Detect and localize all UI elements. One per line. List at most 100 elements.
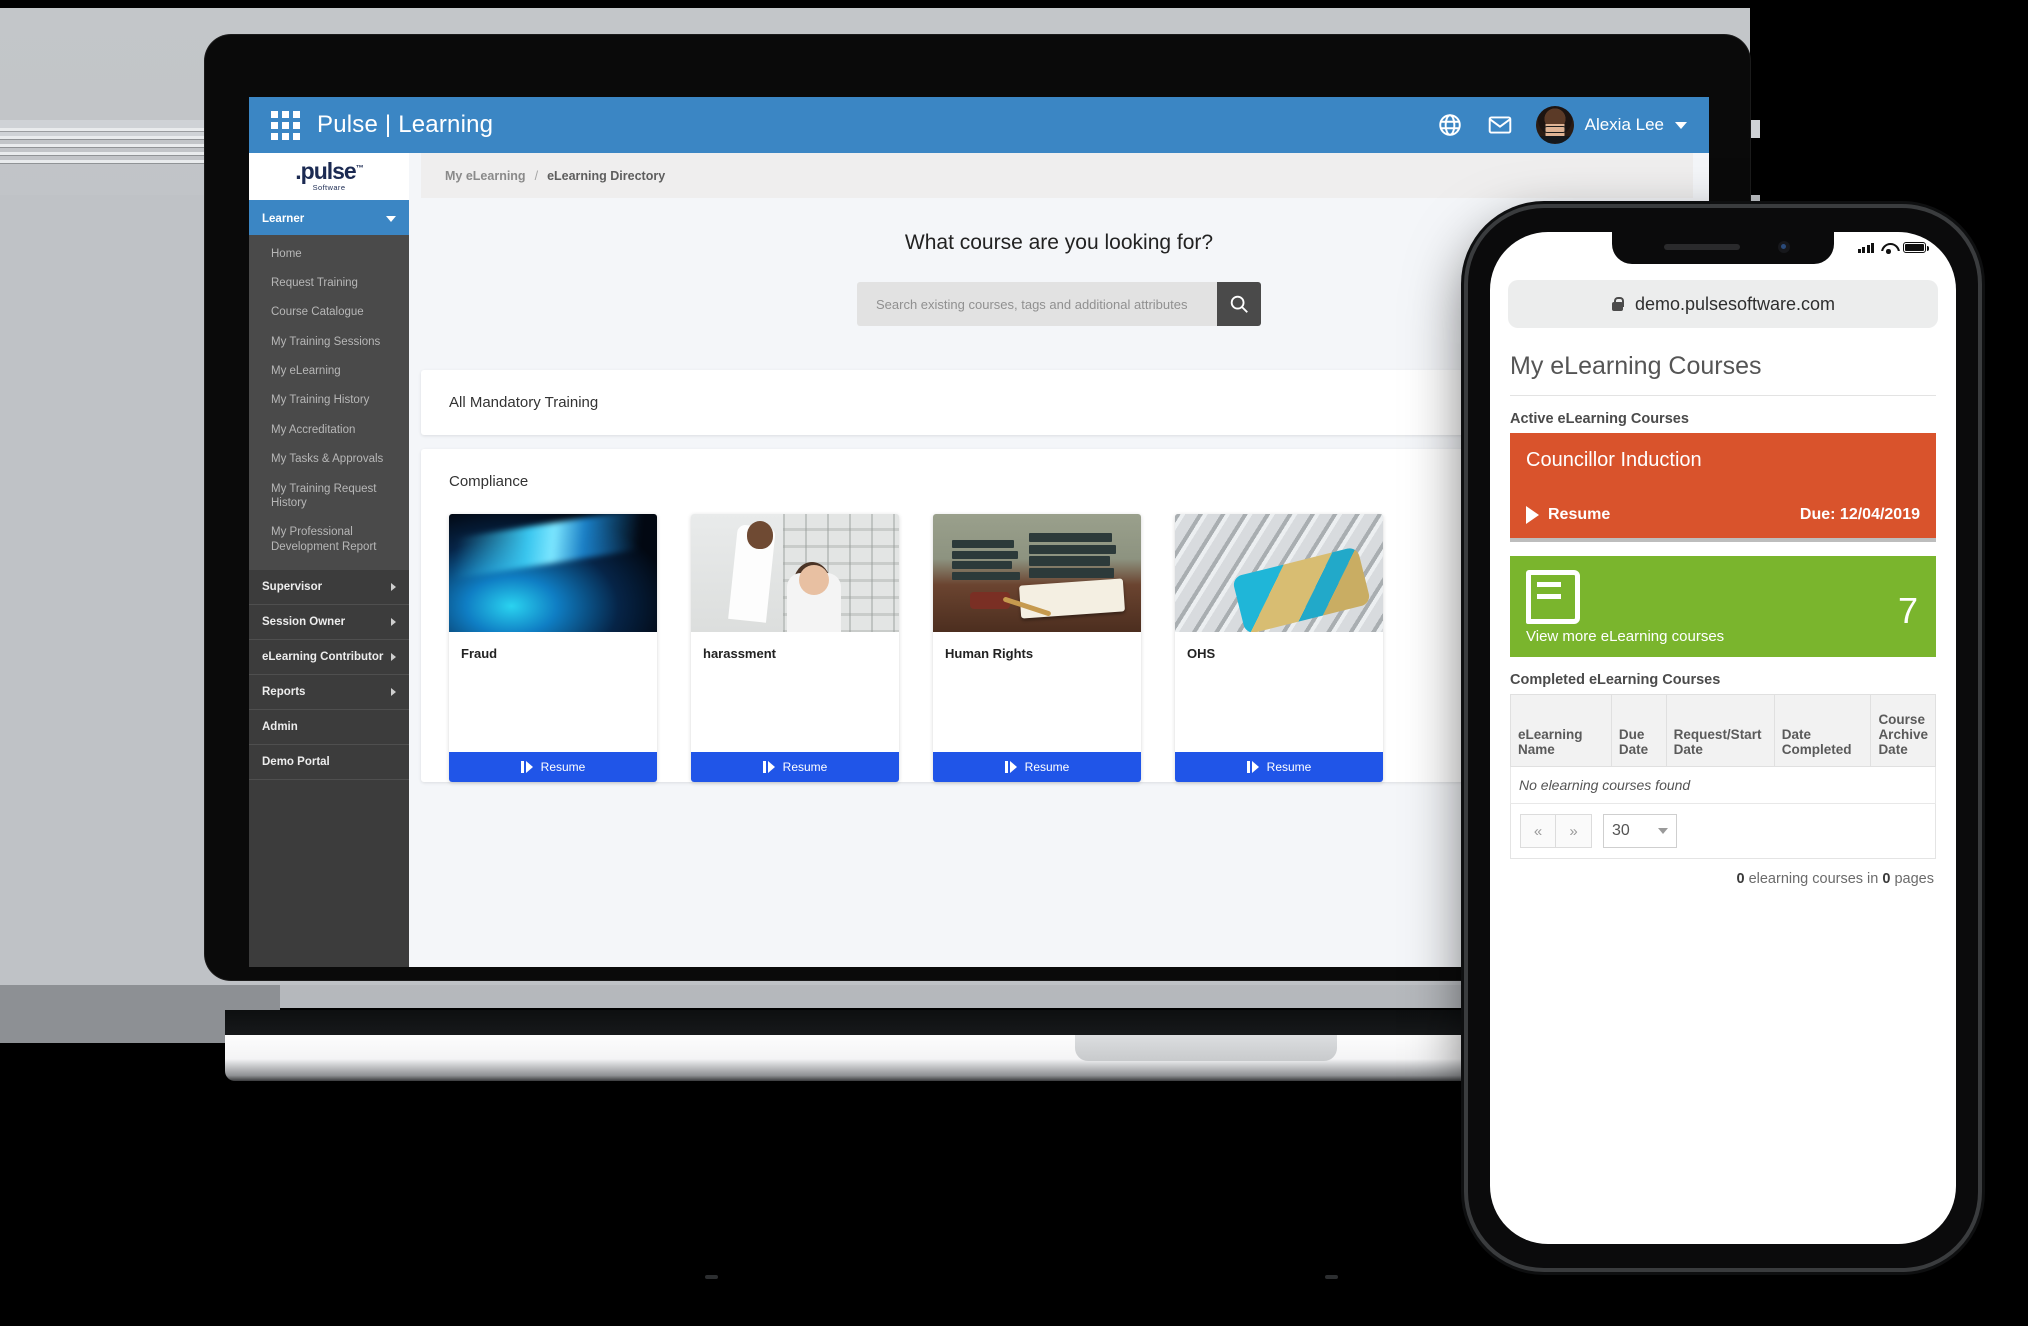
sidebar-group-label: eLearning Contributor [262,650,384,663]
view-more-courses-tile[interactable]: 7 View more eLearning courses [1510,556,1936,657]
resume-button[interactable]: Resume [1175,752,1383,782]
sidebar-group-learner[interactable]: Learner [249,203,409,235]
resume-label: Resume [540,760,586,774]
breadcrumb: My eLearning / eLearning Directory [421,153,1693,198]
search-icon [1230,295,1248,313]
avatar [1535,106,1574,144]
active-course-title: Councillor Induction [1526,449,1702,471]
book-icon [1526,570,1580,624]
sidebar: .pulse™ Software Learner Home Request Tr… [249,153,409,967]
course-count-badge: 7 [1897,590,1918,631]
laptop-hinge [225,1010,1680,1036]
sidebar-group-elearning-contributor[interactable]: eLearning Contributor [249,639,409,675]
resume-label: Resume [1024,760,1070,774]
course-card[interactable]: Fraud Resume [449,514,657,782]
globe-icon[interactable] [1436,111,1464,139]
breadcrumb-parent[interactable]: My eLearning [445,169,526,183]
sidebar-group-session-owner[interactable]: Session Owner [249,604,409,640]
completed-courses-table: eLearning Name Due Date Request/Start Da… [1510,694,1936,804]
phone-device: demo.pulsesoftware.com My eLearning Cour… [1468,208,1978,1268]
play-icon [762,761,775,773]
mail-icon[interactable] [1486,111,1514,139]
chevron-down-icon [386,216,396,222]
chevron-down-icon [1658,828,1668,834]
phone-screen: demo.pulsesoftware.com My eLearning Cour… [1490,232,1956,1244]
laptop-base [225,1035,1680,1081]
sidebar-item-my-tasks-approvals[interactable]: My Tasks & Approvals [249,445,409,474]
column-header-request-start-date[interactable]: Request/Start Date [1665,694,1775,767]
lock-icon [1611,296,1625,312]
active-course-tile[interactable]: Councillor Induction Resume Due: 12/04/2… [1510,433,1936,542]
resume-button[interactable]: Resume [933,752,1141,782]
sidebar-group-demo-portal[interactable]: Demo Portal [249,744,409,780]
breadcrumb-current: eLearning Directory [547,168,666,183]
course-card[interactable]: OHS Resume [1175,514,1383,782]
sidebar-item-my-accreditation[interactable]: My Accreditation [249,415,409,444]
earpiece-speaker [1664,244,1740,250]
sidebar-group-reports[interactable]: Reports [249,674,409,710]
table-header-row: eLearning Name Due Date Request/Start Da… [1510,694,1936,767]
url-text: demo.pulsesoftware.com [1634,293,1836,314]
resume-label: Resume [782,760,828,774]
sidebar-item-my-professional-development-report[interactable]: My Professional Development Report [249,518,409,562]
active-courses-heading: Active eLearning Courses [1510,411,1689,427]
sidebar-item-my-training-history[interactable]: My Training History [249,386,409,415]
brand-logo: .pulse™ [295,157,363,184]
resume-button[interactable]: Resume [691,752,899,782]
page-size-value: 30 [1612,822,1630,839]
page-size-select[interactable]: 30 [1603,814,1677,848]
chevron-right-icon [391,582,396,591]
course-title: Fraud [461,646,498,661]
play-icon [1526,506,1539,524]
active-course-actions: Resume Due: 12/04/2019 [1526,506,1920,524]
sidebar-item-my-elearning[interactable]: My eLearning [249,357,409,386]
course-card[interactable]: harassment Resume [691,514,899,782]
course-card[interactable]: Human Rights Resume [933,514,1141,782]
sidebar-group-admin[interactable]: Admin [249,709,409,745]
search-button[interactable] [1217,282,1261,326]
column-header-due-date[interactable]: Due Date [1610,694,1667,767]
sidebar-group-label: Demo Portal [262,755,330,768]
sidebar-item-my-training-sessions[interactable]: My Training Sessions [249,327,409,356]
grid-apps-icon[interactable] [271,110,300,140]
user-menu[interactable]: Alexia Lee [1535,106,1687,144]
course-thumbnail [449,514,657,632]
sidebar-item-request-training[interactable]: Request Training [249,268,409,297]
screenshot-root: Pulse | Learning Alexia Lee .pulse™ Soft… [0,0,2028,1326]
chevron-right-icon [391,617,396,626]
column-header-elearning-name[interactable]: eLearning Name [1510,694,1612,767]
phone-page-content: My eLearning Courses Active eLearning Co… [1490,328,1956,887]
sidebar-item-course-catalogue[interactable]: Course Catalogue [249,298,409,327]
sidebar-item-my-training-request-history[interactable]: My Training Request History [249,474,409,518]
page-title: My eLearning Courses [1510,352,1936,396]
app-bar-actions: Alexia Lee [1436,106,1687,144]
brand-subtitle: Software [312,183,346,193]
pagination-first-button[interactable]: « [1520,814,1556,848]
column-header-course-archive-date[interactable]: Course Archive Date [1870,694,1936,767]
summary-mid-text: elearning courses in [1744,871,1883,887]
app-top-bar: Pulse | Learning Alexia Lee [249,97,1709,153]
browser-url-bar[interactable]: demo.pulsesoftware.com [1508,280,1938,328]
course-thumbnail [691,514,899,632]
sidebar-item-home[interactable]: Home [249,239,409,268]
sidebar-group-supervisor[interactable]: Supervisor [249,569,409,605]
column-header-date-completed[interactable]: Date Completed [1773,694,1872,767]
search-input[interactable] [857,282,1217,326]
summary-course-count: 0 [1736,871,1745,887]
sidebar-group-label: Reports [262,685,306,698]
resume-button[interactable]: Resume [449,752,657,782]
resume-label[interactable]: Resume [1548,506,1610,524]
sidebar-group-label: Supervisor [262,580,323,593]
play-icon [520,761,533,773]
brand-logo-block: .pulse™ Software [249,153,409,203]
course-title: OHS [1187,646,1216,661]
play-icon [1246,761,1259,773]
sidebar-group-label: Session Owner [262,615,346,628]
resume-label: Resume [1266,760,1312,774]
course-thumbnail [1175,514,1383,632]
play-icon [1004,761,1017,773]
front-camera-icon [1778,241,1790,253]
chevron-down-icon [1675,121,1687,129]
pagination-next-button[interactable]: » [1556,814,1592,848]
due-date: Due: 12/04/2019 [1799,506,1920,523]
